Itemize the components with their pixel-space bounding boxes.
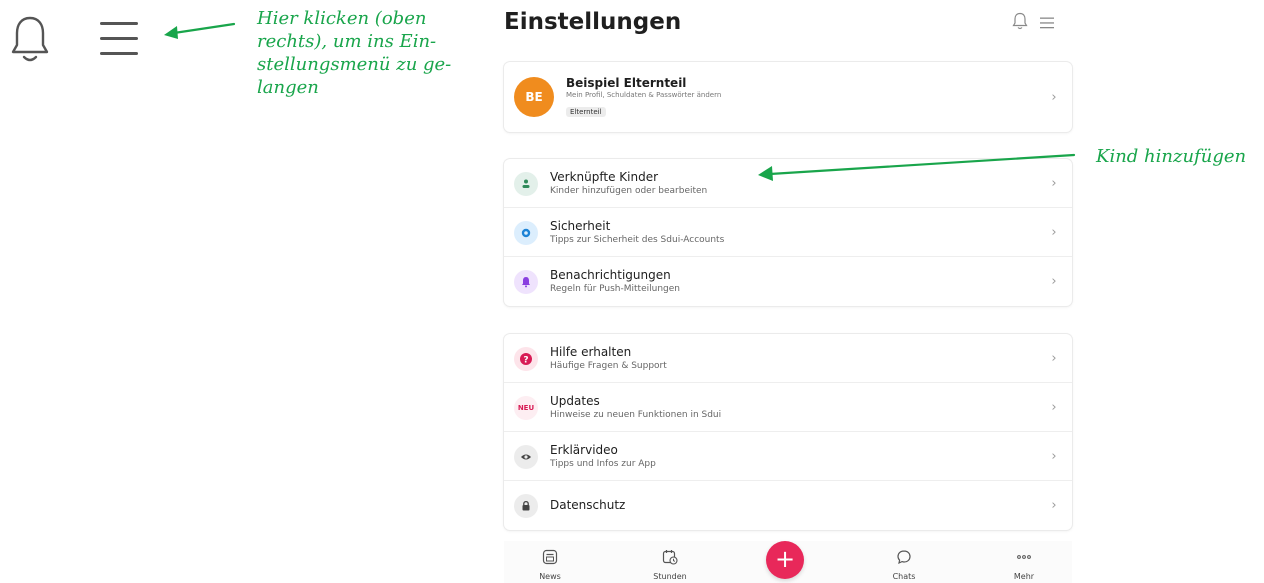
chevron-right-icon: ›: [1051, 225, 1057, 240]
row-title: Sicherheit: [550, 218, 611, 233]
profile-card[interactable]: BE Beispiel Elternteil Mein Profil, Schu…: [504, 62, 1072, 132]
settings-row-privacy[interactable]: Datenschutz ›: [504, 481, 1072, 530]
row-title: Benachrichtigungen: [550, 267, 671, 282]
row-title: Hilfe erhalten: [550, 344, 632, 359]
row-subtitle: Kinder hinzufügen oder bearbeiten: [550, 185, 708, 196]
nav-label: News: [539, 572, 561, 581]
page-title: Einstellungen: [504, 9, 682, 35]
chevron-right-icon: ›: [1051, 498, 1057, 513]
child-icon: [514, 171, 538, 196]
chevron-right-icon: ›: [1051, 351, 1057, 366]
row-subtitle: Hinweise zu neuen Funktionen in Sdui: [550, 409, 722, 420]
row-title: Erklärvideo: [550, 442, 618, 457]
more-dots-icon: [1017, 555, 1031, 559]
row-subtitle: Tipps und Infos zur App: [550, 458, 656, 469]
chevron-right-icon: ›: [1051, 449, 1057, 464]
calendar-clock-icon: [662, 550, 678, 565]
new-badge-text: NEU: [517, 403, 535, 412]
bell-icon: [514, 269, 538, 294]
settings-row-security[interactable]: Sicherheit Tipps zur Sicherheit des Sdui…: [504, 208, 1072, 257]
settings-row-notifications[interactable]: Benachrichtigungen Regeln für Push-Mitte…: [504, 257, 1072, 306]
profile-row[interactable]: BE Beispiel Elternteil Mein Profil, Schu…: [504, 62, 1072, 132]
chat-bubble-icon: [897, 550, 911, 565]
annotation-kind-hint: Kind hinzufügen: [1096, 146, 1247, 167]
add-button[interactable]: +: [766, 541, 804, 579]
new-badge-icon: NEU: [514, 395, 538, 420]
chevron-right-icon: ›: [1051, 400, 1057, 415]
hamburger-menu-icon-large[interactable]: [100, 21, 138, 57]
nav-label: Mehr: [1013, 572, 1035, 581]
profile-name: Beispiel Elternteil: [566, 76, 687, 90]
annotation-arrow-kind: [758, 153, 1076, 181]
nav-chats[interactable]: Chats: [874, 549, 934, 581]
nav-mehr[interactable]: Mehr: [994, 549, 1054, 581]
row-title: Datenschutz: [550, 498, 626, 512]
settings-section-two: ? Hilfe erhalten Häufige Fragen & Suppor…: [504, 334, 1072, 530]
annotation-line-2: rechts), um ins Ein-: [257, 31, 437, 52]
row-title: Updates: [550, 393, 600, 408]
row-subtitle: Regeln für Push-Mitteilungen: [550, 283, 680, 294]
annotation-arrow-menu: [164, 22, 236, 39]
news-icon: [542, 549, 558, 565]
hamburger-menu-icon-small[interactable]: [1040, 14, 1054, 33]
row-subtitle: Häufige Fragen & Support: [550, 360, 667, 371]
eye-icon: [514, 444, 538, 469]
bell-icon-large[interactable]: [10, 14, 50, 66]
help-icon: ?: [514, 346, 538, 371]
shield-icon: [514, 220, 538, 245]
profile-subtitle: Mein Profil, Schuldaten & Passwörter änd…: [566, 91, 722, 99]
chevron-right-icon: ›: [1051, 89, 1057, 105]
chevron-right-icon: ›: [1051, 274, 1057, 289]
settings-row-video[interactable]: Erklärvideo Tipps und Infos zur App ›: [504, 432, 1072, 481]
nav-label: Stunden: [653, 572, 687, 581]
annotation-menu-hint: Hier klicken (oben rechts), um ins Ein- …: [257, 7, 477, 99]
settings-row-updates[interactable]: NEU Updates Hinweise zu neuen Funktionen…: [504, 383, 1072, 432]
bell-icon-small[interactable]: [1012, 12, 1028, 34]
nav-stunden[interactable]: Stunden: [640, 549, 700, 581]
lock-icon: [514, 493, 538, 518]
row-subtitle: Tipps zur Sicherheit des Sdui-Accounts: [550, 234, 725, 245]
settings-row-help[interactable]: ? Hilfe erhalten Häufige Fragen & Suppor…: [504, 334, 1072, 383]
nav-news[interactable]: News: [520, 549, 580, 581]
annotation-line-4: langen: [257, 77, 319, 98]
role-badge: Elternteil: [566, 107, 606, 117]
nav-label: Chats: [892, 572, 916, 581]
annotation-line-1: Hier klicken (oben: [257, 8, 427, 29]
avatar: BE: [514, 77, 554, 117]
annotation-line-3: stellungsmenü zu ge-: [257, 54, 452, 75]
svg-text:?: ?: [523, 355, 528, 365]
